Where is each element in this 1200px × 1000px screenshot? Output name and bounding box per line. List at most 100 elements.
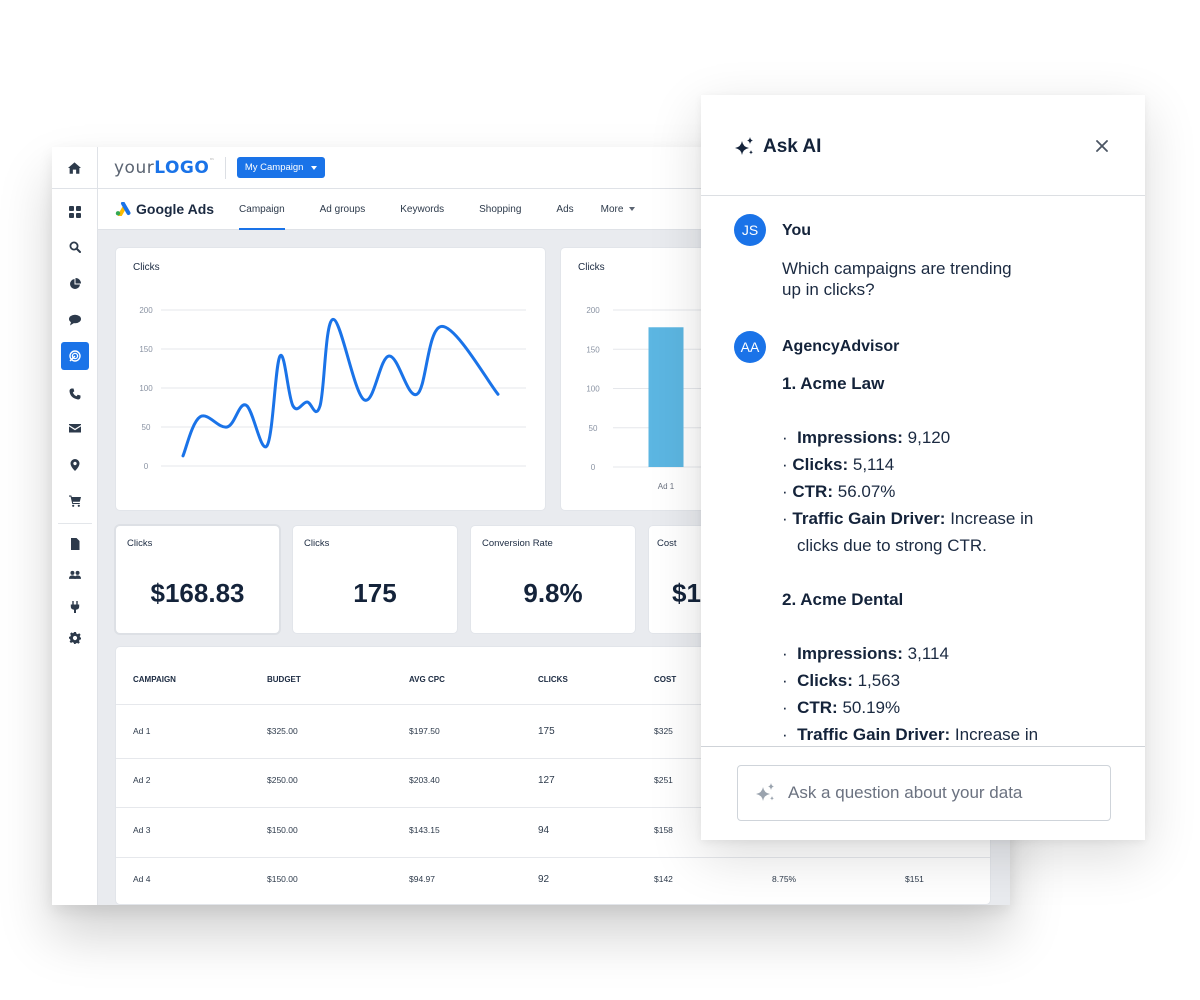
- sidebar-item-users[interactable]: [61, 561, 89, 589]
- result-bullet: · Clicks: 1,563: [782, 671, 901, 690]
- column-header-clicks[interactable]: CLICKS: [538, 675, 568, 684]
- close-button[interactable]: [1093, 137, 1111, 155]
- y-tick-label: 150: [139, 345, 153, 354]
- bullet-label: Traffic Gain Driver:: [797, 725, 951, 744]
- tab-label: Ads: [556, 203, 574, 215]
- bullet-label: Clicks:: [792, 455, 849, 474]
- sidebar-item-chat[interactable]: [61, 306, 89, 334]
- bar: [648, 327, 684, 467]
- message-line: Which campaigns are trending: [782, 259, 1012, 278]
- campaign-selector[interactable]: My Campaign: [236, 157, 326, 178]
- target-icon: [69, 350, 81, 362]
- y-tick-label: 50: [589, 424, 598, 433]
- row-divider: [116, 857, 990, 858]
- sidebar-item-ppc[interactable]: [61, 342, 89, 370]
- campaign-selector-label: My Campaign: [244, 162, 304, 173]
- table-cell: $325: [654, 726, 673, 736]
- bullet-value: Increase in: [950, 509, 1034, 528]
- divider: [224, 156, 226, 179]
- sidebar-item-dashboard[interactable]: [61, 198, 89, 226]
- kpi-card: Conversion Rate 9.8%: [471, 526, 635, 633]
- google-ads-logo-icon: [115, 202, 131, 216]
- clicks-line-chart: 0 50 100 150 200: [139, 306, 526, 471]
- phone-icon: [69, 388, 81, 400]
- logo-bold: LOGO: [154, 157, 210, 178]
- tab-campaign[interactable]: Campaign: [239, 189, 285, 230]
- tab-label: Campaign: [239, 203, 285, 215]
- kpi-title: Clicks: [127, 538, 153, 549]
- close-icon: [1096, 140, 1108, 152]
- ask-ai-panel: Ask AI JS You Which campaigns are trendi…: [701, 95, 1145, 840]
- table-cell: $325.00: [267, 726, 298, 736]
- table-cell: $251: [654, 775, 673, 785]
- column-header-campaign[interactable]: CAMPAIGN: [133, 675, 176, 684]
- home-icon: [68, 161, 81, 174]
- column-header-cost[interactable]: COST: [654, 675, 676, 684]
- bullet-value: 9,120: [907, 428, 951, 447]
- sidebar-item-reports-doc[interactable]: [61, 530, 89, 558]
- tab-ads[interactable]: Ads: [556, 189, 573, 230]
- chevron-down-icon: [311, 165, 318, 170]
- bullet-label: CTR:: [797, 698, 838, 717]
- sidebar-item-email[interactable]: [61, 414, 89, 442]
- sparkle-icon: [735, 137, 753, 155]
- result-bullet: · Impressions: 9,120: [782, 428, 951, 447]
- bullet-value: 5,114: [852, 455, 895, 474]
- plug-icon: [70, 601, 80, 613]
- result-bullet: · CTR: 56.07%: [782, 482, 896, 501]
- column-header-budget[interactable]: BUDGET: [267, 675, 301, 684]
- bullet-label: Traffic Gain Driver:: [792, 509, 946, 528]
- cart-icon: [69, 495, 81, 507]
- result-bullet: · Traffic Gain Driver: Increase in: [782, 725, 1039, 744]
- sidebar-item-local[interactable]: [61, 451, 89, 479]
- bullet-value: 1,563: [857, 671, 901, 690]
- question-input[interactable]: [788, 783, 1088, 803]
- result-heading: 1. Acme Law: [782, 374, 885, 393]
- avatar-initials: AA: [740, 339, 760, 355]
- bullet-label: Impressions:: [797, 644, 903, 663]
- search-icon: [69, 241, 81, 253]
- sidebar-item-search[interactable]: [61, 233, 89, 261]
- user-name: You: [782, 222, 812, 239]
- y-tick-label: 100: [139, 384, 153, 393]
- sidebar-item-reports[interactable]: [61, 270, 89, 298]
- ask-ai-header: Ask AI: [701, 95, 1145, 196]
- conversation[interactable]: JS You Which campaigns are trending up i…: [701, 196, 1145, 746]
- table-cell: $142: [654, 874, 673, 884]
- sidebar-item-ecommerce[interactable]: [61, 487, 89, 515]
- sidebar-item-calls[interactable]: [61, 380, 89, 408]
- tab-more[interactable]: More: [601, 189, 636, 230]
- y-tick-label: 0: [591, 463, 596, 472]
- chat-icon: [69, 314, 81, 326]
- tab-ad-groups[interactable]: Ad groups: [320, 189, 366, 230]
- table-cell: Ad 1: [133, 726, 151, 736]
- assistant-name: AgencyAdvisor: [782, 338, 900, 355]
- tab-shopping[interactable]: Shopping: [479, 189, 521, 230]
- table-cell: $158: [654, 825, 673, 835]
- logo-trademark: ™: [209, 157, 215, 164]
- sidebar-item-integrations[interactable]: [61, 593, 89, 621]
- tab-keywords[interactable]: Keywords: [400, 189, 444, 230]
- column-header-avg-cpc[interactable]: AVG CPC: [409, 675, 445, 684]
- table-cell: $197.50: [409, 726, 440, 736]
- kpi-title: Conversion Rate: [482, 538, 553, 549]
- tab-label: Ad groups: [319, 203, 366, 215]
- ask-question-field[interactable]: [737, 765, 1111, 821]
- y-tick-label: 0: [144, 462, 149, 471]
- kpi-value: $168.83: [150, 578, 245, 608]
- table-cell: $150.00: [267, 874, 298, 884]
- bullet-label: CTR:: [792, 482, 833, 501]
- table-cell: 175: [538, 726, 555, 737]
- logo-prefix: your: [114, 157, 155, 178]
- document-icon: [71, 538, 80, 550]
- table-cell: 8.75%: [772, 874, 797, 884]
- sidebar-divider: [58, 523, 92, 524]
- mail-icon: [69, 424, 81, 433]
- tab-label: More: [600, 203, 624, 215]
- sidebar: [52, 147, 98, 905]
- y-tick-label: 200: [139, 306, 153, 315]
- message-line: up in clicks?: [782, 280, 875, 299]
- sidebar-item-home[interactable]: [52, 147, 97, 189]
- sidebar-item-settings[interactable]: [61, 624, 89, 652]
- location-pin-icon: [70, 459, 80, 471]
